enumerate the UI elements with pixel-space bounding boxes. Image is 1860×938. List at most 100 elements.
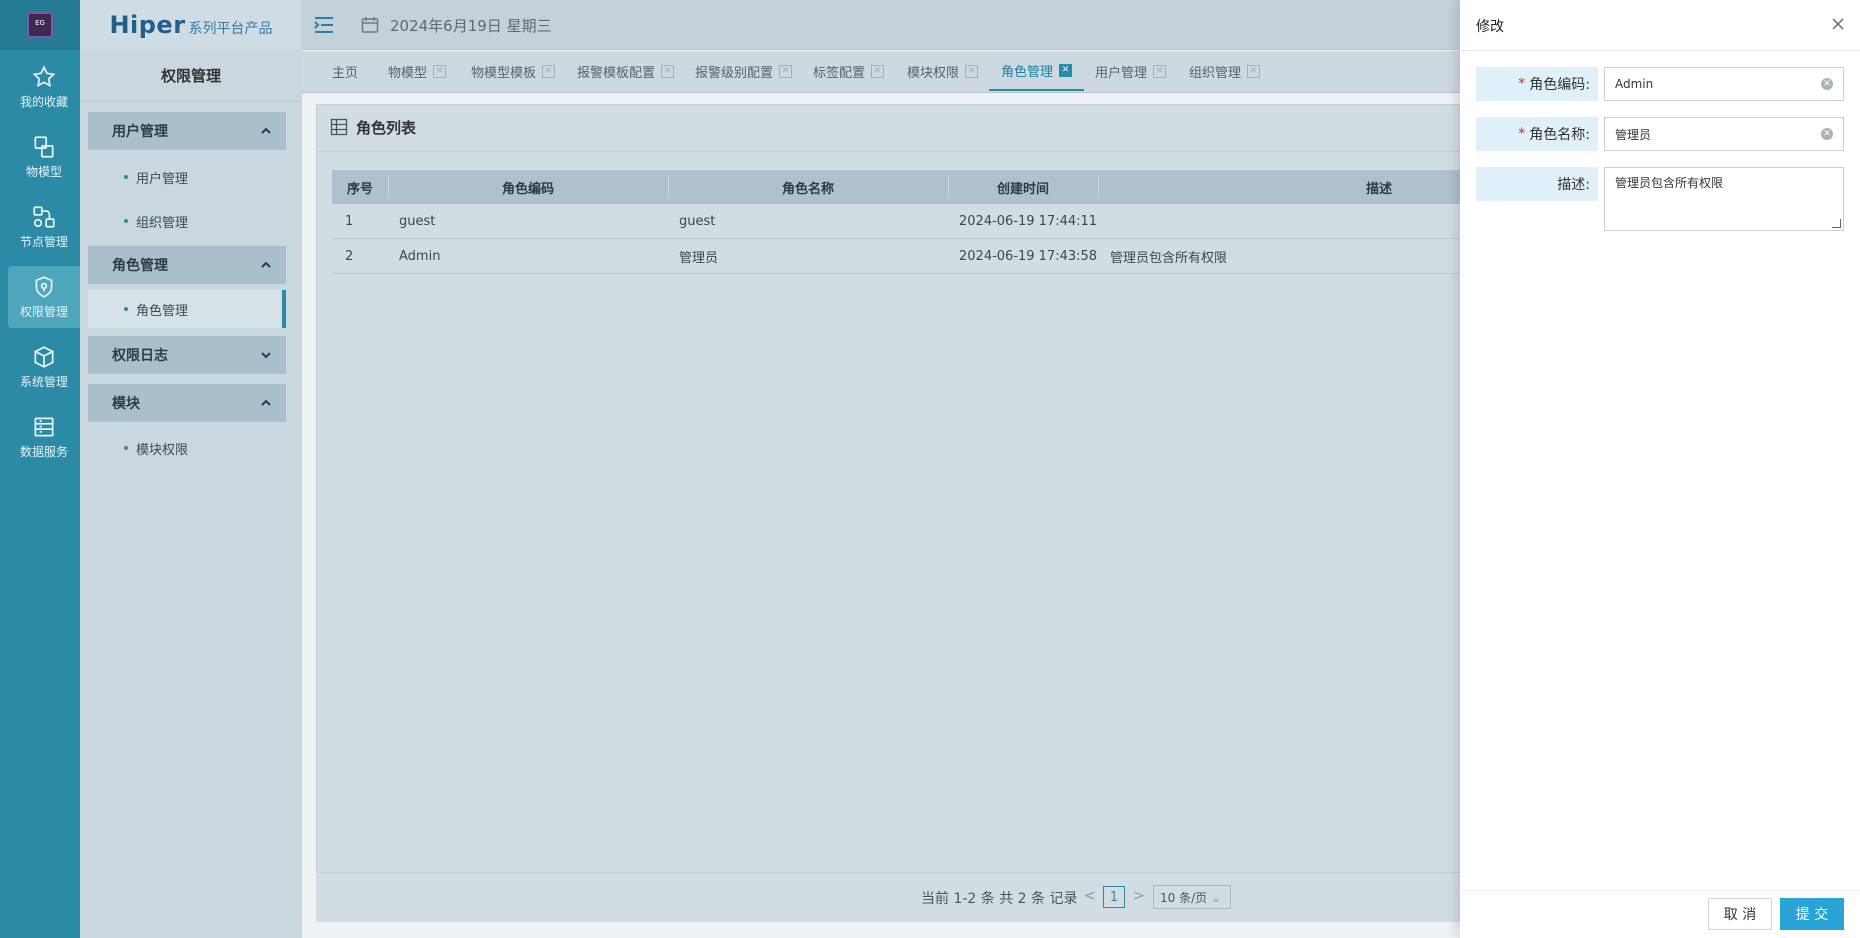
next-page-button[interactable]: > [1133, 888, 1145, 904]
cell-description: 管理员包含所有权限 [1110, 250, 1228, 266]
logo-icon: EG [27, 12, 53, 38]
tab-user-management[interactable]: 用户管理 ✕ [1083, 51, 1178, 91]
page-number-button[interactable]: 1 [1103, 886, 1125, 908]
tab-label: 用户管理 [1095, 65, 1148, 81]
close-icon[interactable] [1830, 16, 1846, 32]
role-name-input[interactable]: 管理员 ✕ [1604, 117, 1844, 151]
rail-label: 权限管理 [19, 305, 68, 319]
calendar-icon [361, 17, 379, 33]
page-size-select[interactable]: 10 条/页 ⌄ [1153, 885, 1231, 909]
sidebar-item-org-management[interactable]: 组织管理 [88, 202, 286, 240]
close-icon[interactable]: ✕ [542, 64, 556, 78]
cell-index: 2 [345, 248, 354, 264]
tab-label: 报警级别配置 [695, 65, 774, 81]
required-mark: * [1518, 76, 1526, 92]
cell-created-time: 2024-06-19 17:43:58 [959, 248, 1098, 264]
cell-role-name: guest [679, 213, 716, 229]
brand-logo: Hiper 系列平台产品 [80, 0, 302, 50]
col-created-time: 创建时间 [996, 181, 1049, 197]
brand-suffix: 系列平台产品 [188, 21, 273, 37]
tab-org-management[interactable]: 组织管理 ✕ [1177, 51, 1272, 91]
submit-button[interactable]: 提 交 [1780, 898, 1844, 930]
close-icon[interactable]: ✕ [1059, 63, 1073, 77]
group-label: 角色管理 [112, 258, 168, 274]
bullet [124, 175, 128, 179]
rail-item-model[interactable]: 物模型 [8, 126, 80, 188]
sidebar-item-module-permission[interactable]: 模块权限 [88, 429, 286, 467]
group-label: 模块 [112, 396, 140, 412]
close-icon[interactable]: ✕ [661, 64, 675, 78]
role-code-label: * 角色编码: [1476, 67, 1598, 101]
bullet [124, 446, 128, 450]
tab-alarm-template[interactable]: 报警模板配置 ✕ [565, 51, 686, 91]
col-role-code: 角色编码 [501, 181, 554, 197]
rail-item-permission[interactable]: 权限管理 [8, 266, 80, 328]
description-textarea[interactable]: 管理员包含所有权限 [1604, 167, 1844, 231]
required-mark: * [1518, 126, 1526, 142]
rail-item-nodes[interactable]: 节点管理 [8, 196, 80, 258]
role-code-input[interactable]: Admin ✕ [1604, 67, 1844, 101]
close-icon[interactable]: ✕ [1153, 64, 1167, 78]
shield-icon [35, 276, 53, 298]
sidebar-group-module[interactable]: 模块 [88, 384, 286, 422]
cell-created-time: 2024-06-19 17:44:11 [959, 213, 1098, 229]
cell-role-code: guest [399, 213, 436, 229]
cell-index: 1 [345, 213, 354, 229]
chevron-down-icon: ⌄ [1210, 891, 1222, 905]
sidebar-group-role[interactable]: 角色管理 [88, 246, 286, 284]
brand-main: Hiper [109, 11, 186, 39]
page-size-value: 10 条/页 [1160, 891, 1208, 905]
tab-tag-config[interactable]: 标签配置 ✕ [801, 51, 896, 91]
group-label: 用户管理 [112, 124, 168, 140]
bullet [124, 307, 128, 311]
tab-home[interactable]: 主页 [320, 51, 370, 91]
resize-handle-icon[interactable] [1832, 219, 1841, 228]
close-icon[interactable]: ✕ [433, 64, 447, 78]
tab-alarm-level[interactable]: 报警级别配置 ✕ [683, 51, 804, 91]
cancel-button[interactable]: 取 消 [1708, 898, 1772, 930]
menu-toggle-icon[interactable] [312, 14, 336, 36]
star-icon [32, 65, 56, 88]
rail-label: 系统管理 [19, 375, 68, 389]
rail-label: 我的收藏 [19, 95, 68, 109]
close-icon[interactable]: ✕ [779, 64, 793, 78]
tab-model[interactable]: 物模型 ✕ [376, 51, 458, 91]
item-label: 角色管理 [136, 303, 189, 319]
sidebar-group-user[interactable]: 用户管理 [88, 112, 286, 150]
drawer-divider [1460, 50, 1860, 51]
node-icon [33, 206, 55, 228]
rail-item-favorites[interactable]: 我的收藏 [8, 56, 80, 118]
role-name-label: * 角色名称: [1476, 117, 1598, 151]
prev-page-button[interactable]: < [1084, 888, 1096, 904]
sidebar-item-role-management[interactable]: 角色管理 [88, 290, 286, 328]
panel-title: 角色列表 [356, 119, 417, 137]
item-label: 模块权限 [136, 442, 189, 458]
current-date: 2024年6月19日 星期三 [390, 17, 552, 35]
label-text: 角色名称: [1529, 127, 1590, 143]
close-icon[interactable]: ✕ [965, 64, 979, 78]
tab-role-management[interactable]: 角色管理 ✕ [989, 51, 1085, 91]
pagination-info: 当前 1-2 条 共 2 条 记录 [921, 891, 1078, 907]
textarea-value: 管理员包含所有权限 [1615, 176, 1724, 190]
sidebar-item-user-management[interactable]: 用户管理 [88, 158, 286, 196]
close-icon[interactable]: ✕ [871, 64, 885, 78]
clear-icon[interactable]: ✕ [1821, 78, 1833, 90]
tab-label: 组织管理 [1189, 65, 1242, 81]
clear-icon[interactable]: ✕ [1821, 128, 1833, 140]
col-index: 序号 [346, 181, 373, 197]
box-icon [34, 346, 54, 368]
sidebar-group-permission-log[interactable]: 权限日志 [88, 336, 286, 374]
close-icon[interactable]: ✕ [1247, 64, 1261, 78]
table-icon [330, 118, 348, 136]
rail-item-system[interactable]: 系统管理 [8, 336, 80, 398]
rail-item-data[interactable]: 数据服务 [8, 406, 80, 468]
tab-module-permission[interactable]: 模块权限 ✕ [895, 51, 990, 91]
app-logo: EG [0, 0, 80, 50]
tab-model-template[interactable]: 物模型模板 ✕ [459, 51, 567, 91]
rail-label: 节点管理 [19, 235, 68, 249]
rail-label: 数据服务 [19, 445, 68, 459]
model-icon [34, 136, 54, 158]
tab-label: 模块权限 [907, 65, 960, 81]
chevron-down-icon [261, 352, 271, 359]
label-text: 角色编码: [1529, 77, 1590, 93]
